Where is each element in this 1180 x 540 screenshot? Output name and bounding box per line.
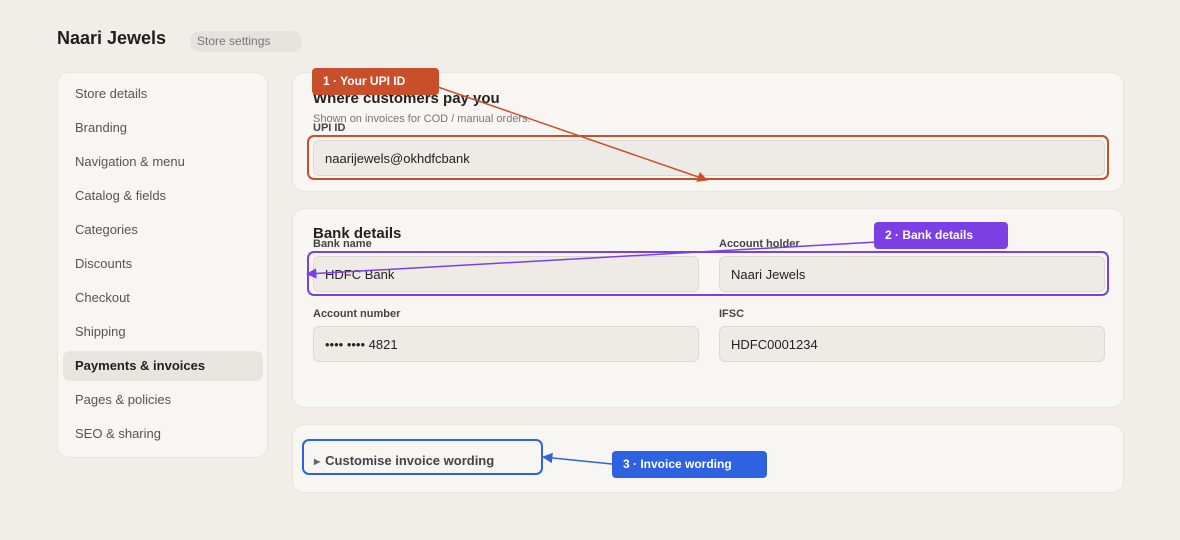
sidebar-item-pages[interactable]: Pages & policies [63, 385, 263, 415]
account-holder-input[interactable] [719, 256, 1105, 292]
ifsc-label: IFSC [719, 308, 745, 320]
bank-name-input[interactable] [313, 256, 699, 292]
sidebar-item-payments[interactable]: Payments & invoices [63, 351, 263, 381]
sidebar-item-categories[interactable]: Categories [63, 215, 263, 245]
annotation-tag-upi: 1 · Your UPI ID [312, 68, 439, 95]
bank-name-label: Bank name [313, 238, 372, 250]
upi-id-label: UPI ID [313, 122, 346, 134]
annotation-tag-bank: 2 · Bank details [874, 222, 1008, 249]
annotation-tag-invoice: 3 · Invoice wording [612, 451, 767, 478]
sidebar-item-discounts[interactable]: Discounts [63, 249, 263, 279]
breadcrumb[interactable]: Store settings [190, 31, 302, 52]
account-holder-label: Account holder [719, 238, 800, 250]
upi-card-subtitle: Shown on invoices for COD / manual order… [313, 113, 531, 125]
account-number-input[interactable] [313, 326, 699, 362]
sidebar-item-store-details[interactable]: Store details [63, 79, 263, 109]
caret-right-icon: ▶ [314, 457, 321, 466]
account-number-label: Account number [313, 308, 401, 320]
sidebar-item-branding[interactable]: Branding [63, 113, 263, 143]
ifsc-input[interactable] [719, 326, 1105, 362]
sidebar-item-catalog[interactable]: Catalog & fields [63, 181, 263, 211]
invoice-wording-toggle[interactable]: ▶ Customise invoice wording [314, 453, 494, 468]
upi-id-input[interactable] [313, 140, 1105, 176]
invoice-wording-label: Customise invoice wording [325, 453, 495, 468]
settings-sidebar: Store details Branding Navigation & menu… [57, 72, 268, 458]
sidebar-item-navigation[interactable]: Navigation & menu [63, 147, 263, 177]
brand-title: Naari Jewels [57, 28, 167, 48]
sidebar-item-seo[interactable]: SEO & sharing [63, 419, 263, 449]
sidebar-item-checkout[interactable]: Checkout [63, 283, 263, 313]
sidebar-item-shipping[interactable]: Shipping [63, 317, 263, 347]
